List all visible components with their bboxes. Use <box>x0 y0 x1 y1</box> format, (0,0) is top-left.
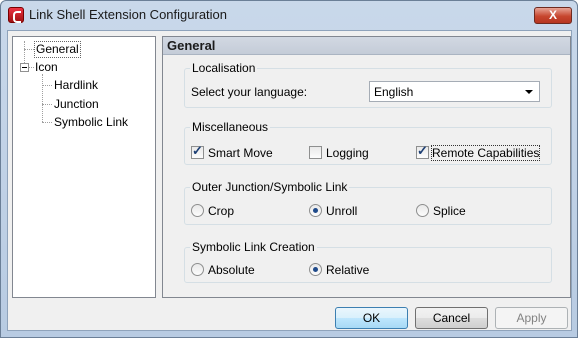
miscellaneous-group: Miscellaneous Smart Move Logging Remote … <box>184 120 552 165</box>
panel-title: General <box>167 38 216 53</box>
unroll-label[interactable]: Unroll <box>326 204 357 218</box>
language-label: Select your language: <box>191 85 308 99</box>
unroll-radio[interactable] <box>309 204 322 217</box>
relative-radio[interactable] <box>309 263 322 276</box>
relative-label[interactable]: Relative <box>326 263 369 277</box>
close-button[interactable]: X <box>534 7 572 24</box>
logging-checkbox[interactable] <box>309 146 322 159</box>
tree-connector <box>42 74 43 122</box>
settings-tree[interactable]: General Icon Hardlink Junction Symbolic … <box>12 36 156 298</box>
smart-move-label[interactable]: Smart Move <box>208 146 273 160</box>
tree-connector <box>42 122 52 123</box>
localisation-group-label: Localisation <box>190 61 258 75</box>
absolute-radio[interactable] <box>191 263 204 276</box>
smart-move-checkbox[interactable] <box>191 143 204 159</box>
symbolic-link-creation-group-label: Symbolic Link Creation <box>190 240 317 254</box>
ok-button[interactable]: OK <box>335 307 408 329</box>
apply-button[interactable]: Apply <box>495 307 568 329</box>
panel-header: General <box>163 37 570 55</box>
title-bar[interactable]: Link Shell Extension Configuration X <box>1 1 577 29</box>
miscellaneous-group-label: Miscellaneous <box>190 120 271 134</box>
splice-radio[interactable] <box>416 204 429 217</box>
tree-item-hardlink[interactable]: Hardlink <box>54 78 98 93</box>
settings-panel: General Localisation Select your languag… <box>162 36 571 298</box>
window-title: Link Shell Extension Configuration <box>29 7 228 22</box>
tree-item-symbolic-link[interactable]: Symbolic Link <box>54 115 128 130</box>
localisation-group: Localisation Select your language: Engli… <box>184 61 552 108</box>
tree-connector <box>42 104 52 105</box>
collapse-icon[interactable] <box>20 63 29 72</box>
tree-item-general[interactable]: General <box>34 41 81 58</box>
crop-label[interactable]: Crop <box>208 204 234 218</box>
app-icon <box>8 7 24 23</box>
tree-item-junction[interactable]: Junction <box>54 97 99 112</box>
dropdown-arrow-icon[interactable] <box>522 86 536 98</box>
remote-capabilities-label[interactable]: Remote Capabilities <box>430 145 541 161</box>
remote-capabilities-checkbox[interactable] <box>416 143 429 159</box>
tree-connector <box>24 41 25 63</box>
language-select[interactable]: English <box>369 81 540 102</box>
dialog-window: Link Shell Extension Configuration X Gen… <box>0 0 578 338</box>
symbolic-link-creation-group: Symbolic Link Creation Absolute Relative <box>184 240 552 283</box>
absolute-label[interactable]: Absolute <box>208 263 255 277</box>
tree-connector <box>29 67 34 68</box>
tree-connector <box>24 49 34 50</box>
outer-junction-group-label: Outer Junction/Symbolic Link <box>190 180 350 194</box>
crop-radio[interactable] <box>191 204 204 217</box>
dialog-client-area: General Icon Hardlink Junction Symbolic … <box>7 30 572 331</box>
logging-label[interactable]: Logging <box>326 146 369 160</box>
tree-item-icon[interactable]: Icon <box>35 60 58 75</box>
tree-connector <box>42 85 52 86</box>
outer-junction-group: Outer Junction/Symbolic Link Crop Unroll… <box>184 180 552 225</box>
language-select-value: English <box>374 85 414 99</box>
splice-label[interactable]: Splice <box>433 204 466 218</box>
cancel-button[interactable]: Cancel <box>415 307 488 329</box>
